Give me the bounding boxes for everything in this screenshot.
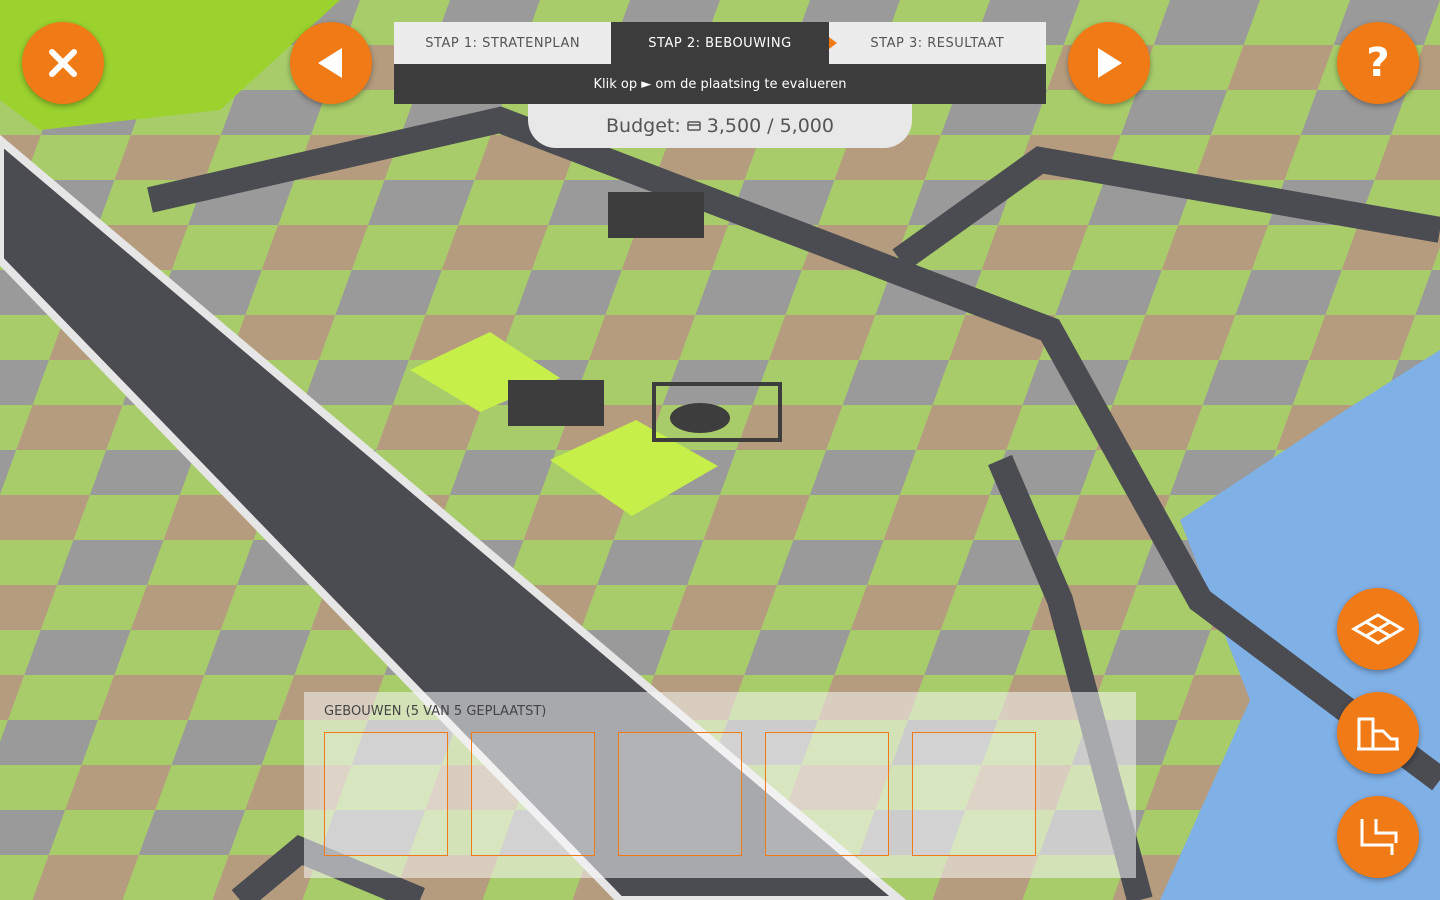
building[interactable] (608, 192, 704, 238)
triangle-left-icon (318, 48, 342, 78)
building-slot-1[interactable] (324, 732, 448, 856)
building[interactable] (670, 403, 730, 433)
step-2-label: STAP 2: BEBOUWING (648, 35, 792, 51)
step-bar: STAP 1: STRATENPLAN STAP 2: BEBOUWING ST… (394, 22, 1046, 64)
building[interactable] (508, 380, 604, 426)
grid-tiles-icon (1351, 613, 1405, 645)
step-2-tab[interactable]: STAP 2: BEBOUWING (611, 22, 837, 64)
building-slot-4[interactable] (765, 732, 889, 856)
help-icon: ? (1366, 40, 1390, 86)
instruction-text: Klik op ► om de plaatsing te evalueren (593, 76, 847, 92)
buildings-panel: GEBOUWEN (5 VAN 5 GEPLAATST) (304, 692, 1136, 878)
step-1-label: STAP 1: STRATENPLAN (425, 35, 581, 51)
road-icon (1360, 819, 1398, 855)
building-slot-5[interactable] (912, 732, 1036, 856)
close-icon (49, 49, 77, 77)
next-button[interactable] (1068, 22, 1150, 104)
step-arrow-icon (611, 37, 620, 49)
close-button[interactable] (22, 22, 104, 104)
help-button[interactable]: ? (1337, 22, 1419, 104)
budget-separator: / (767, 115, 774, 137)
step-1-tab[interactable]: STAP 1: STRATENPLAN (394, 22, 620, 64)
tiles-tool-button[interactable] (1337, 588, 1419, 670)
coins-icon (687, 121, 701, 131)
buildings-tool-button[interactable] (1337, 692, 1419, 774)
budget-label: Budget: (606, 115, 681, 137)
instruction-banner: Klik op ► om de plaatsing te evalueren (394, 64, 1046, 104)
building-slot-3[interactable] (618, 732, 742, 856)
triangle-right-icon (1098, 48, 1122, 78)
buildings-panel-title: GEBOUWEN (5 VAN 5 GEPLAATST) (324, 704, 547, 719)
budget-total: 5,000 (779, 115, 834, 137)
buildings-icon (1357, 717, 1399, 751)
previous-button[interactable] (290, 22, 372, 104)
building-slot-2[interactable] (471, 732, 595, 856)
roads-tool-button[interactable] (1337, 796, 1419, 878)
step-arrow-icon (828, 37, 837, 49)
step-3-label: STAP 3: RESULTAAT (870, 35, 1005, 51)
budget-display: Budget: 3,500 / 5,000 (528, 104, 912, 148)
budget-used: 3,500 (706, 115, 762, 137)
step-3-tab[interactable]: STAP 3: RESULTAAT (828, 22, 1046, 64)
